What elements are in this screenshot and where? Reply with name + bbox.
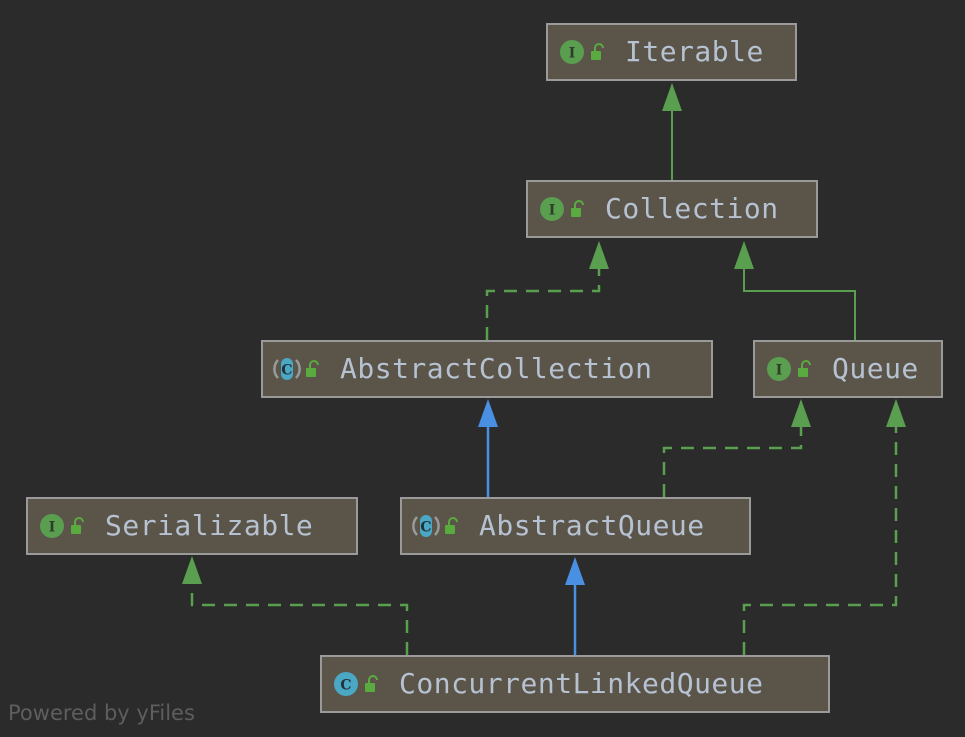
node-icon-group: C xyxy=(332,670,381,698)
open-lock-icon xyxy=(571,200,584,217)
yfiles-watermark: Powered by yFiles xyxy=(8,701,195,725)
open-lock-icon xyxy=(445,517,458,534)
open-lock-icon xyxy=(798,360,811,377)
node-label: Iterable xyxy=(625,35,764,68)
edge-collection-to-iterable xyxy=(662,83,682,180)
node-collection[interactable]: I Collection xyxy=(526,180,818,238)
edge-concurrent-linked-queue-to-serializable xyxy=(182,556,409,655)
edge-concurrent-linked-queue-to-abstract-queue xyxy=(565,557,585,655)
node-label: ConcurrentLinkedQueue xyxy=(399,667,764,700)
abstract-class-icon: C xyxy=(412,515,440,537)
open-lock-icon xyxy=(71,517,84,534)
edge-queue-to-collection xyxy=(734,241,856,340)
node-abstract-queue[interactable]: C AbstractQueue xyxy=(400,497,751,555)
svg-text:I: I xyxy=(569,46,576,62)
edge-abstract-collection-to-collection xyxy=(485,241,609,340)
node-icon-group: C xyxy=(412,512,461,540)
open-lock-icon xyxy=(365,675,378,692)
node-label: Queue xyxy=(832,352,919,385)
node-label: Serializable xyxy=(105,509,314,542)
open-lock-icon xyxy=(591,43,604,60)
svg-text:C: C xyxy=(420,520,431,536)
node-icon-group: I xyxy=(538,195,587,223)
interface-icon: I xyxy=(40,514,64,538)
class-diagram-canvas: I Iterable I Collection C AbstractCollec… xyxy=(0,0,965,737)
abstract-class-icon: C xyxy=(273,358,301,380)
node-label: Collection xyxy=(605,192,779,225)
node-queue[interactable]: I Queue xyxy=(753,340,943,398)
interface-icon: I xyxy=(767,357,791,381)
node-iterable[interactable]: I Iterable xyxy=(546,23,797,81)
node-label: AbstractCollection xyxy=(340,352,653,385)
node-icon-group: I xyxy=(38,512,87,540)
node-icon-group: I xyxy=(765,355,814,383)
edge-abstract-queue-to-abstract-collection xyxy=(478,399,498,497)
node-serializable[interactable]: I Serializable xyxy=(26,497,358,555)
node-icon-group: I xyxy=(558,38,607,66)
class-icon: C xyxy=(334,672,358,696)
svg-text:C: C xyxy=(340,678,351,694)
node-icon-group: C xyxy=(273,355,322,383)
node-abstract-collection[interactable]: C AbstractCollection xyxy=(261,340,713,398)
node-label: AbstractQueue xyxy=(479,509,705,542)
edge-abstract-queue-to-queue xyxy=(662,399,811,497)
svg-text:I: I xyxy=(776,363,783,379)
svg-text:I: I xyxy=(49,520,56,536)
open-lock-icon xyxy=(306,360,319,377)
edge-concurrent-linked-queue-to-queue xyxy=(742,399,906,655)
svg-text:C: C xyxy=(281,363,292,379)
interface-icon: I xyxy=(540,197,564,221)
node-concurrent-linked-queue[interactable]: C ConcurrentLinkedQueue xyxy=(320,655,830,713)
interface-icon: I xyxy=(560,40,584,64)
svg-text:I: I xyxy=(549,203,556,219)
